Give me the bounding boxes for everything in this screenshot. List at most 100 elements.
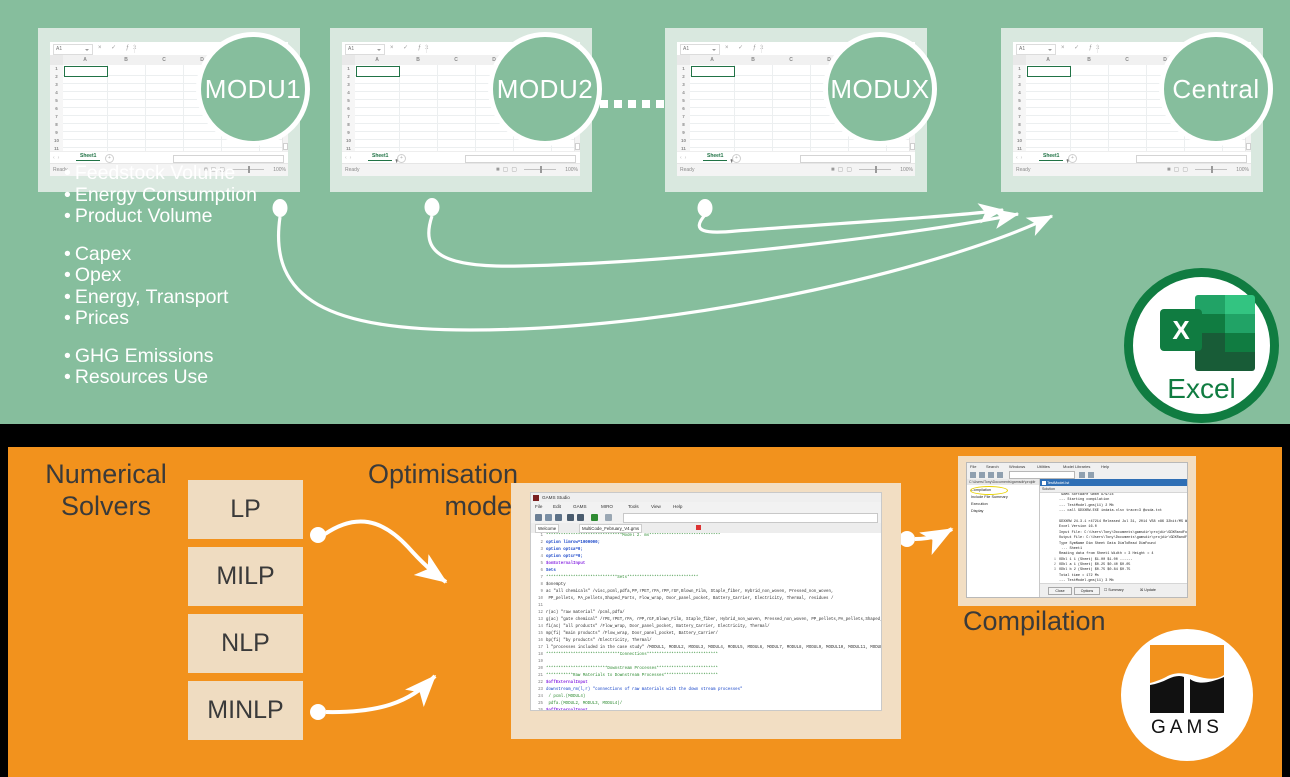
output-frame[interactable]: File Search Windows Utilities Model Libr…	[966, 462, 1188, 598]
menu-help[interactable]: Help	[1101, 464, 1109, 470]
select-all-corner[interactable]	[677, 55, 690, 65]
solver-box-nlp[interactable]: NLP	[188, 614, 303, 673]
run-icon[interactable]	[591, 513, 598, 521]
row-10[interactable]: 10	[342, 138, 355, 143]
horizontal-scrollbar[interactable]	[799, 155, 911, 163]
row-1[interactable]: 1	[1013, 66, 1026, 71]
zoom-slider-knob[interactable]	[875, 166, 877, 173]
menu-gams[interactable]: GAMS	[573, 503, 587, 510]
row-8[interactable]: 8	[1013, 122, 1026, 127]
row-1[interactable]: 1	[677, 66, 690, 71]
row-5[interactable]: 5	[1013, 98, 1026, 103]
sheet-tab[interactable]: Sheet1	[368, 152, 393, 161]
save-icon[interactable]	[555, 513, 562, 521]
zoom-level[interactable]: 100%	[565, 166, 578, 174]
open-file-icon[interactable]	[545, 513, 552, 521]
active-cell-a1[interactable]	[64, 66, 108, 77]
row-6[interactable]: 6	[342, 106, 355, 111]
name-box[interactable]: A1	[1016, 44, 1056, 55]
row-2[interactable]: 2	[342, 74, 355, 79]
row-3[interactable]: 3	[342, 82, 355, 87]
row-1[interactable]: 1	[50, 66, 63, 71]
row-9[interactable]: 9	[677, 130, 690, 135]
menu-search[interactable]: Search	[986, 464, 999, 470]
close-icon[interactable]	[696, 525, 701, 530]
solver-box-lp[interactable]: LP	[188, 480, 303, 539]
select-all-corner[interactable]	[1013, 55, 1026, 65]
solver-box-milp[interactable]: MILP	[188, 547, 303, 606]
menu-utilities[interactable]: Utilities	[1037, 464, 1050, 470]
row-6[interactable]: 6	[1013, 106, 1026, 111]
row-4[interactable]: 4	[342, 90, 355, 95]
row-7[interactable]: 7	[50, 114, 63, 119]
select-all-corner[interactable]	[50, 55, 63, 65]
output-log-text[interactable]: GAMS Software GmbH 9/9/24 --- Starting co…	[1040, 493, 1187, 583]
view-mode-icons[interactable]: ■▢▢	[496, 166, 520, 174]
row-3[interactable]: 3	[1013, 82, 1026, 87]
view-mode-icons[interactable]: ■▢▢	[831, 166, 855, 174]
tab-model-file[interactable]: MultiCode_February_V4.gms	[579, 524, 643, 533]
sheet-nav-arrows[interactable]: ‹›	[53, 154, 62, 162]
row-9[interactable]: 9	[50, 130, 63, 135]
tree-item-display[interactable]: Display	[971, 508, 983, 514]
zoom-slider-knob[interactable]	[540, 166, 542, 173]
row-8[interactable]: 8	[50, 122, 63, 127]
row-7[interactable]: 7	[1013, 114, 1026, 119]
name-box[interactable]: A1	[53, 44, 93, 55]
row-3[interactable]: 3	[50, 82, 63, 87]
col-b[interactable]: B	[734, 56, 772, 64]
row-2[interactable]: 2	[677, 74, 690, 79]
menu-miro[interactable]: MIRO	[601, 503, 613, 510]
gams-output-window[interactable]: File Search Windows Utilities Model Libr…	[958, 456, 1196, 606]
new-file-icon[interactable]	[535, 513, 542, 521]
col-a[interactable]: A	[355, 56, 399, 64]
options-button[interactable]: Options	[1074, 587, 1100, 595]
col-c[interactable]: C	[772, 56, 810, 64]
col-c[interactable]: C	[437, 56, 475, 64]
active-cell-a1[interactable]	[1027, 66, 1071, 77]
name-box[interactable]: A1	[680, 44, 720, 55]
chevron-down-icon[interactable]	[712, 49, 716, 51]
row-10[interactable]: 10	[1013, 138, 1026, 143]
ide-frame[interactable]: GAMS Studio File Edit GAMS MIRO Tools Vi…	[530, 492, 882, 711]
row-6[interactable]: 6	[50, 106, 63, 111]
menu-windows[interactable]: Windows	[1009, 464, 1025, 470]
add-sheet-icon[interactable]: +	[397, 154, 406, 163]
menu-tools[interactable]: Tools	[628, 503, 639, 510]
col-c[interactable]: C	[145, 56, 183, 64]
run-configuration-combo[interactable]	[623, 513, 878, 523]
menu-help[interactable]: Help	[673, 503, 682, 510]
chevron-down-icon[interactable]	[85, 49, 89, 51]
row-5[interactable]: 5	[50, 98, 63, 103]
row-9[interactable]: 9	[342, 130, 355, 135]
tab-welcome[interactable]: Welcome	[535, 524, 560, 533]
col-c[interactable]: C	[1108, 56, 1146, 64]
row-3[interactable]: 3	[677, 82, 690, 87]
menu-model-libraries[interactable]: Model Libraries	[1063, 464, 1090, 470]
menu-edit[interactable]: Edit	[553, 503, 561, 510]
solver-box-minlp[interactable]: MINLP	[188, 681, 303, 740]
select-all-corner[interactable]	[342, 55, 355, 65]
zoom-slider-knob[interactable]	[1211, 166, 1213, 173]
sheet-tab[interactable]: Sheet1	[703, 152, 728, 161]
stop-icon[interactable]	[605, 513, 612, 521]
row-7[interactable]: 7	[342, 114, 355, 119]
active-cell-a1[interactable]	[356, 66, 400, 77]
col-a[interactable]: A	[690, 56, 734, 64]
file-combo[interactable]	[1009, 471, 1075, 479]
row-4[interactable]: 4	[50, 90, 63, 95]
sheet-nav-arrows[interactable]: ‹›	[680, 154, 689, 162]
col-a[interactable]: A	[63, 56, 107, 64]
output-tree-panel[interactable]: C:\Users\Tony\Documents\gamsdir\projdir …	[967, 479, 1040, 597]
document-tab[interactable]: Solution	[1040, 486, 1187, 493]
update-checkbox[interactable]: ☒ Update	[1140, 587, 1156, 593]
horizontal-scrollbar[interactable]	[1135, 155, 1247, 163]
row-4[interactable]: 4	[1013, 90, 1026, 95]
col-b[interactable]: B	[1070, 56, 1108, 64]
chevron-down-icon[interactable]	[377, 49, 381, 51]
menu-file[interactable]: File	[535, 503, 542, 510]
name-box[interactable]: A1	[345, 44, 385, 55]
col-b[interactable]: B	[399, 56, 437, 64]
code-editor[interactable]: 1 *******************************Model 2.…	[531, 533, 881, 710]
col-b[interactable]: B	[107, 56, 145, 64]
